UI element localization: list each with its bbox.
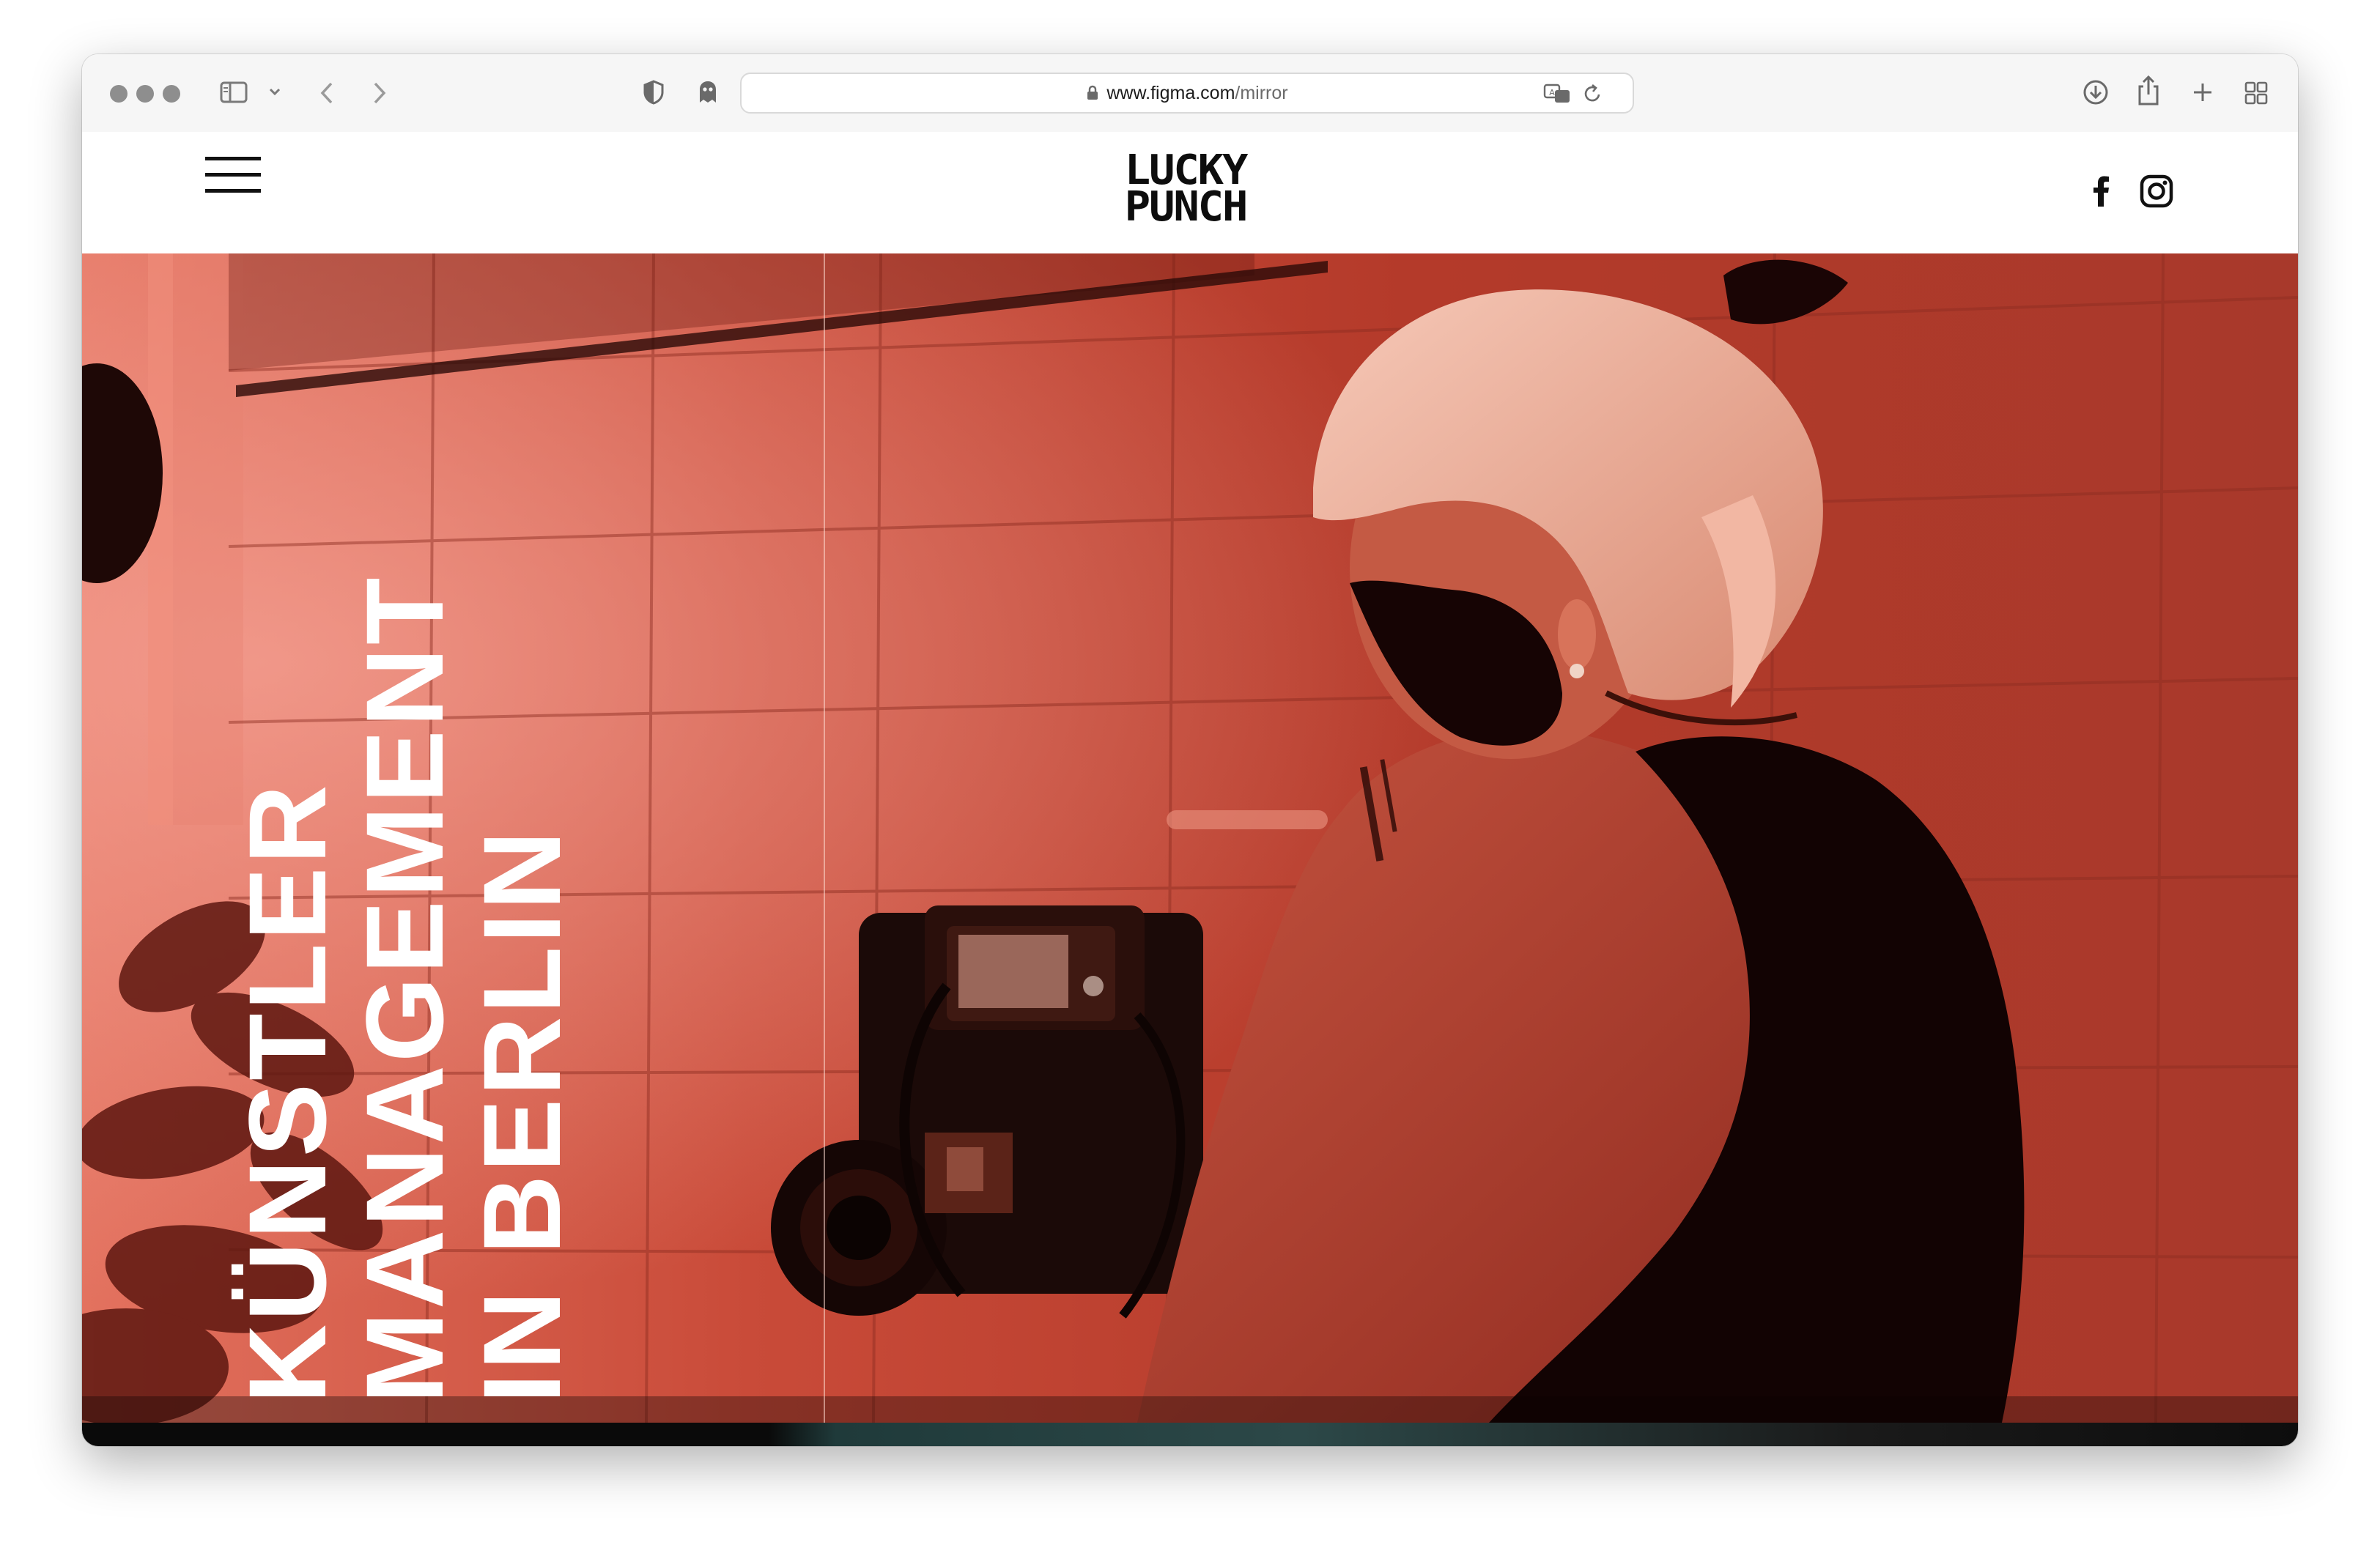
back-icon[interactable]	[318, 81, 336, 105]
privacy-shield-icon[interactable]	[642, 79, 665, 105]
hero-title-line-3: IN BERLIN	[460, 828, 583, 1404]
close-window-button[interactable]	[110, 85, 128, 103]
browser-toolbar: www.figma.com/mirror A	[82, 54, 2298, 133]
svg-text:A: A	[1549, 88, 1555, 97]
instagram-icon[interactable]	[2140, 174, 2173, 208]
url-host: www.figma.com	[1106, 82, 1235, 103]
hero-title-line-2: MANAGEMENT	[343, 574, 466, 1404]
hero-title-line-1: KÜNSTLER	[226, 782, 349, 1404]
facebook-icon[interactable]	[2093, 176, 2110, 207]
translate-icon[interactable]: A	[1543, 83, 1572, 105]
lock-icon	[1087, 85, 1098, 100]
browser-window: www.figma.com/mirror A LUCKY PUNCH KÜNST…	[82, 54, 2298, 1446]
hero-divider-line	[824, 253, 825, 1423]
menu-line-icon	[205, 189, 261, 193]
site-logo[interactable]: LUCKY PUNCH	[1120, 150, 1252, 231]
menu-button[interactable]	[205, 155, 261, 193]
url-path: /mirror	[1235, 82, 1288, 103]
menu-line-icon	[205, 173, 261, 177]
chevron-down-icon[interactable]	[268, 86, 281, 98]
tab-overview-icon[interactable]	[2244, 81, 2269, 105]
address-bar[interactable]: www.figma.com/mirror A	[740, 73, 1634, 114]
next-section-edge	[82, 1423, 2298, 1446]
new-tab-icon[interactable]	[2191, 81, 2214, 104]
menu-line-icon	[205, 157, 261, 160]
downloads-icon[interactable]	[2081, 78, 2110, 107]
reload-icon[interactable]	[1583, 83, 1603, 105]
forward-icon[interactable]	[371, 81, 388, 105]
logo-line-2: PUNCH	[1124, 183, 1249, 231]
share-icon[interactable]	[2135, 75, 2162, 107]
ghost-extension-icon[interactable]	[696, 79, 720, 105]
hero-image: KÜNSTLER MANAGEMENT IN BERLIN	[82, 253, 2298, 1423]
sidebar-toggle-icon[interactable]	[220, 81, 249, 104]
zoom-window-button[interactable]	[163, 85, 180, 103]
minimize-window-button[interactable]	[136, 85, 154, 103]
hero-title: KÜNSTLER MANAGEMENT IN BERLIN	[226, 574, 583, 1404]
